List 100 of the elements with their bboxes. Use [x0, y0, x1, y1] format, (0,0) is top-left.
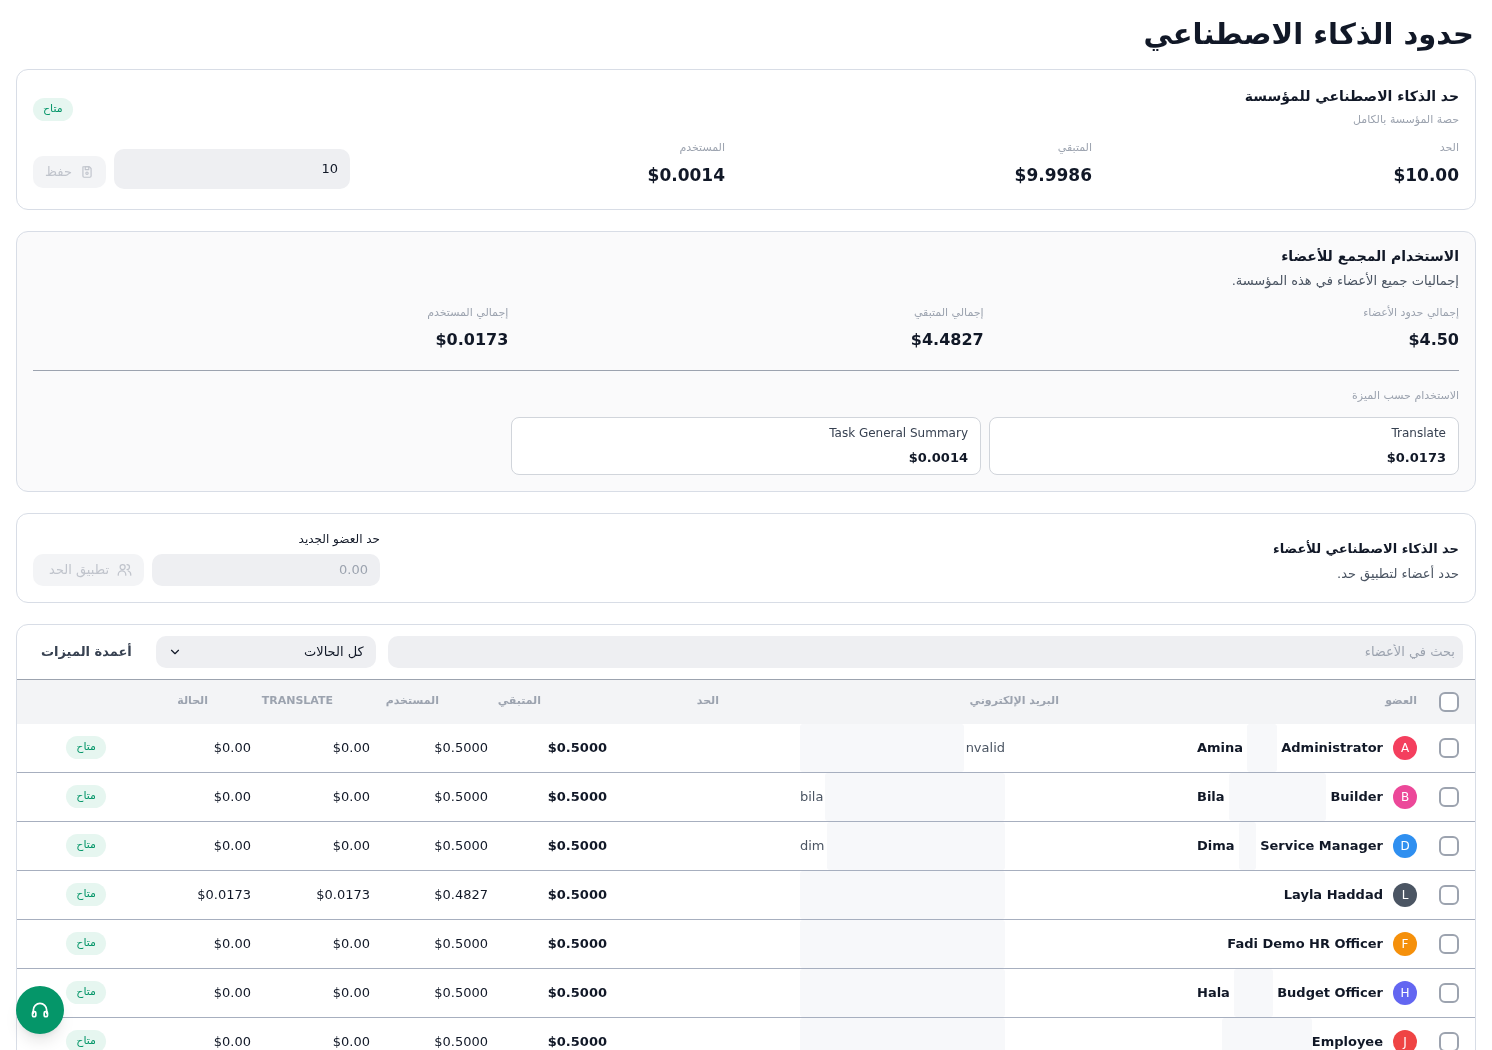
row-checkbox[interactable] — [1439, 786, 1459, 807]
row-checkbox[interactable] — [1439, 933, 1459, 954]
table-cell: $0.5000 — [547, 935, 607, 951]
member-name: Bila — [1197, 787, 1225, 806]
table-cell: $0.5000 — [547, 837, 607, 853]
table-cell: $0.00 — [213, 935, 251, 951]
status-dropdown[interactable]: كل الحالات — [155, 635, 376, 668]
card-title: الاستخدام المجمع للأعضاء — [1280, 246, 1459, 267]
member-name: Hala — [1197, 983, 1230, 1002]
row-checkbox[interactable] — [1439, 1031, 1459, 1050]
feature-name: Translate — [1390, 424, 1446, 442]
column-header: المستخدم — [385, 694, 439, 708]
search-field[interactable]: بحث في الأعضاء — [387, 635, 1463, 668]
status-badge: متاح — [66, 1030, 106, 1050]
stat-value: $9.9986 — [1013, 164, 1092, 187]
table-cell: $0.00 — [213, 837, 251, 853]
table-cell: $0.0173 — [316, 886, 370, 902]
card-subtitle: حدد أعضاء لتطبيق حد. — [1336, 564, 1459, 584]
member-email: nvalid — [965, 738, 1005, 757]
stat-value: $4.50 — [1407, 329, 1459, 351]
stat-label: المتبقي — [1056, 141, 1092, 155]
table-cell: $0.00 — [213, 739, 251, 755]
table-cell: $0.00 — [332, 984, 370, 1000]
member-name: Service Manager — [1260, 836, 1383, 855]
avatar: J — [1393, 1029, 1417, 1050]
status-badge: متاح — [66, 981, 106, 1004]
row-checkbox[interactable] — [1439, 982, 1459, 1003]
row-checkbox[interactable] — [1439, 691, 1459, 712]
table-cell: $0.00 — [213, 984, 251, 1000]
feature-columns-button[interactable]: أعمدة الميزات — [29, 641, 144, 662]
table-cell: $0.5000 — [547, 788, 607, 804]
avatar: F — [1393, 931, 1417, 956]
stat-label: إجمالي حدود الأعضاء — [1362, 306, 1459, 320]
member-name: Administrator — [1281, 738, 1383, 757]
row-checkbox[interactable] — [1439, 835, 1459, 856]
table-cell: $0.5000 — [547, 984, 607, 1000]
member-name: Layla Haddad — [1283, 885, 1383, 904]
table-cell: $0.5000 — [434, 739, 488, 755]
table-cell: $0.5000 — [434, 935, 488, 951]
table-cell: $0.5000 — [547, 739, 607, 755]
stat-label: إجمالي المتبقي — [912, 306, 984, 320]
table-cell: $0.5000 — [434, 984, 488, 1000]
avatar: D — [1393, 833, 1417, 858]
save-icon — [79, 164, 94, 179]
member-name: Builder — [1330, 787, 1383, 806]
column-header: المتبقي — [497, 694, 541, 708]
card-title: حد الذكاء الاصطناعي للأعضاء — [1273, 539, 1459, 558]
table-cell: $0.5000 — [547, 1033, 607, 1049]
feature-value: $0.0014 — [907, 448, 968, 467]
column-header: الحالة — [177, 694, 208, 708]
table-cell: $0.00 — [332, 1033, 370, 1049]
avatar: A — [1393, 735, 1417, 760]
stat-label: إجمالي المستخدم — [426, 306, 509, 320]
row-checkbox[interactable] — [1439, 884, 1459, 905]
table-cell: $0.00 — [332, 935, 370, 951]
table-cell: $0.00 — [213, 788, 251, 804]
support-button[interactable] — [16, 986, 64, 1034]
table-cell: $0.4827 — [434, 886, 488, 902]
member-limit-input[interactable]: 0.00 — [152, 553, 380, 586]
member-name: Dima — [1197, 836, 1235, 855]
stat-value: $0.0014 — [646, 164, 725, 187]
table-cell: $0.00 — [332, 788, 370, 804]
table-cell: $0.5000 — [434, 788, 488, 804]
member-name: Amina — [1197, 738, 1244, 757]
status-badge: متاح — [66, 834, 106, 857]
column-header: TRANSLATE — [261, 694, 333, 708]
feature-name: Task General Summary — [828, 424, 968, 442]
column-header: البريد الإلكتروني — [969, 694, 1059, 708]
member-email: bila — [800, 787, 824, 806]
avatar: H — [1393, 980, 1417, 1005]
stat-value: $4.4827 — [909, 329, 984, 351]
member-name: Budget Officer — [1277, 983, 1383, 1002]
column-header: الحد — [696, 694, 719, 708]
member-name: Fadi Demo HR Officer — [1227, 934, 1383, 953]
table-cell: $0.00 — [332, 837, 370, 853]
stat-label: الحد — [1438, 141, 1459, 155]
card-title: حد الذكاء الاصطناعي للمؤسسة — [1244, 87, 1459, 107]
stat-value: $0.0173 — [434, 329, 509, 351]
column-header: العضو — [1385, 694, 1417, 708]
table-cell: $0.00 — [213, 1033, 251, 1049]
table-cell: $0.5000 — [547, 886, 607, 902]
limit-input[interactable]: 10 — [113, 148, 350, 189]
status-badge: متاح — [66, 736, 106, 759]
avatar: B — [1393, 784, 1417, 809]
users-icon — [117, 562, 132, 577]
avatar: L — [1393, 882, 1417, 907]
feature-value: $0.0173 — [1385, 448, 1446, 467]
table-cell: $0.5000 — [434, 837, 488, 853]
field-label: حد العضو الجديد — [297, 530, 380, 548]
stat-value: $10.00 — [1392, 164, 1459, 187]
status-badge: متاح — [66, 785, 106, 808]
stat-label: المستخدم — [678, 141, 725, 155]
table-cell: $0.5000 — [434, 1033, 488, 1049]
card-subtitle: حصة المؤسسة بالكامل — [1351, 113, 1459, 127]
table-cell: $0.0173 — [197, 886, 251, 902]
member-email: dim — [800, 836, 825, 855]
status-badge: متاح — [66, 932, 106, 955]
status-badge: متاح — [66, 883, 106, 906]
row-checkbox[interactable] — [1439, 737, 1459, 758]
status-badge: متاح — [33, 98, 73, 121]
